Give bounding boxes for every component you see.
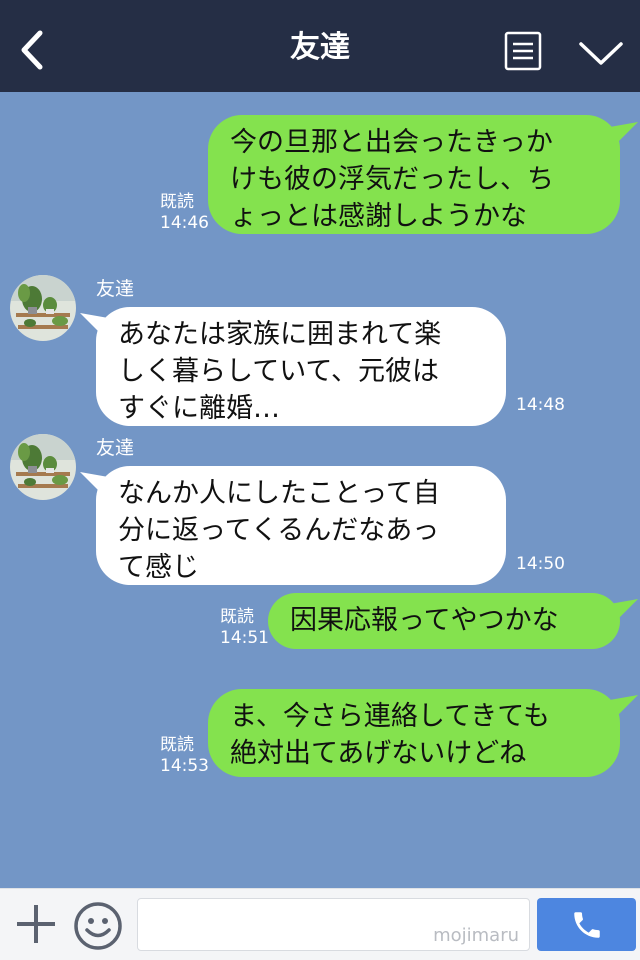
message-line: 絶対出てあげないけどね <box>230 738 527 769</box>
message-line: すぐに離婚… <box>118 393 280 424</box>
bubble-tail <box>604 122 638 148</box>
bubble-tail <box>80 313 114 339</box>
plus-icon[interactable] <box>14 902 58 946</box>
chevron-down-icon[interactable] <box>578 38 624 68</box>
message-line: しく暮らしていて、元彼は <box>118 356 440 387</box>
message-bubble[interactable]: 今の旦那と出会ったきっか けも彼の浮気だったし、ち ょっとは感謝しようかな <box>208 115 620 234</box>
bubble-tail <box>604 599 638 625</box>
message-line: ま、今さら連絡してきても <box>230 701 550 732</box>
sender-name: 友達 <box>96 437 135 459</box>
message-meta: 既読 14:46 <box>160 192 209 234</box>
message-line: あなたは家族に囲まれて楽 <box>118 319 442 350</box>
bubble-tail <box>80 472 114 498</box>
chat-title: 友達 <box>290 30 350 65</box>
message-list[interactable]: 既読 14:46 今の旦那と出会ったきっか けも彼の浮気だったし、ち ょっとは感… <box>0 92 640 888</box>
message-time: 14:51 <box>220 628 269 648</box>
message-time: 14:53 <box>160 756 209 776</box>
message-line: 今の旦那と出会ったきっか <box>230 127 553 158</box>
message-meta: 既読 14:51 <box>220 607 269 649</box>
sender-name: 友達 <box>96 278 135 300</box>
message-time: 14:48 <box>516 395 565 415</box>
chat-header: 友達 <box>0 0 640 92</box>
avatar[interactable] <box>10 275 76 341</box>
message-time: 14:46 <box>160 213 209 233</box>
message-bubble[interactable]: あなたは家族に囲まれて楽 しく暮らしていて、元彼は すぐに離婚… <box>96 307 506 426</box>
message-line: 因果応報ってやつかな <box>290 605 559 636</box>
smiley-icon[interactable] <box>72 900 124 952</box>
read-status: 既読 <box>160 735 194 755</box>
message-line: て感じ <box>118 552 199 583</box>
avatar[interactable] <box>10 434 76 500</box>
document-list-icon[interactable] <box>504 31 542 71</box>
message-input[interactable]: mojimaru <box>137 898 530 951</box>
message-bubble[interactable]: 因果応報ってやつかな <box>268 593 620 649</box>
message-bubble[interactable]: なんか人にしたことって自 分に返ってくるんだなあっ て感じ <box>96 466 506 585</box>
call-button[interactable] <box>537 898 636 951</box>
message-bubble[interactable]: ま、今さら連絡してきても 絶対出てあげないけどね <box>208 689 620 777</box>
message-line: けも彼の浮気だったし、ち <box>230 164 554 195</box>
bubble-tail <box>604 695 638 721</box>
read-status: 既読 <box>220 607 254 627</box>
watermark-text: mojimaru <box>433 925 519 946</box>
message-line: なんか人にしたことって自 <box>118 478 440 509</box>
message-line: 分に返ってくるんだなあっ <box>118 515 440 546</box>
message-line: ょっとは感謝しようかな <box>230 201 527 232</box>
message-time: 14:50 <box>516 554 565 574</box>
phone-icon <box>574 912 600 938</box>
message-meta: 既読 14:53 <box>160 735 209 777</box>
read-status: 既読 <box>160 192 194 212</box>
message-composer: mojimaru <box>0 888 640 960</box>
